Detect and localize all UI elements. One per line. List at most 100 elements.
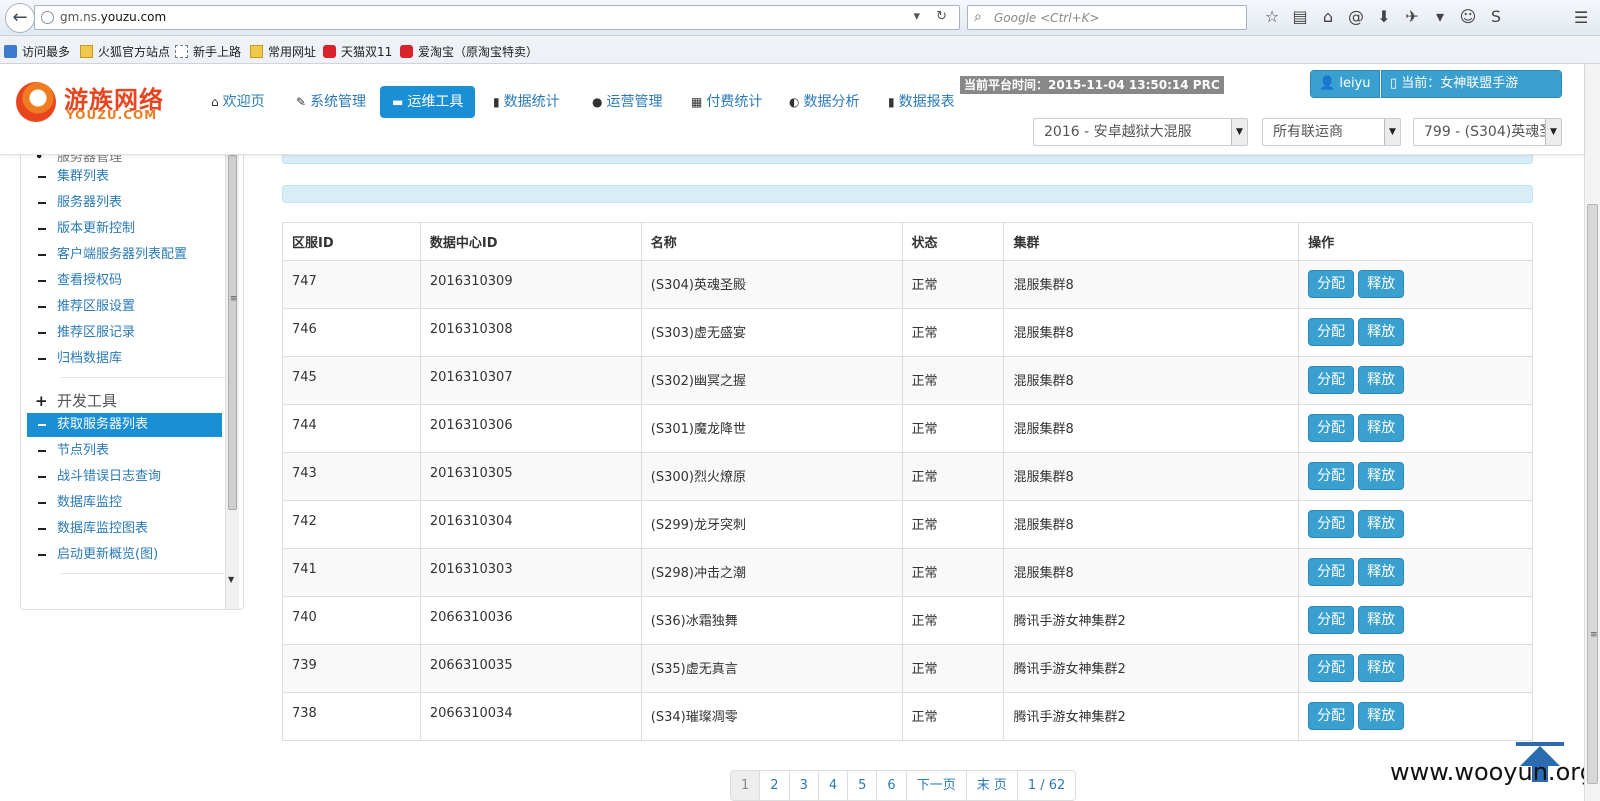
logo[interactable]: 游族网络 YOUZU.COM: [16, 80, 186, 124]
bookmark-item[interactable]: 爱淘宝（原淘宝特卖）: [400, 43, 538, 60]
assign-button[interactable]: 分配: [1308, 558, 1355, 586]
server-select[interactable]: 799 - (S304)英魂圣殿 ▼: [1413, 118, 1562, 146]
sidebar-item-recommend-log[interactable]: 推荐区服记录: [27, 321, 222, 345]
bookmark-item[interactable]: 常用网址: [250, 43, 316, 60]
page-link[interactable]: 2: [759, 770, 790, 801]
chat-icon[interactable]: ☺: [1454, 7, 1482, 26]
user-menu-button[interactable]: 👤 leiyu ▾: [1310, 70, 1380, 117]
assign-button[interactable]: 分配: [1308, 462, 1355, 490]
release-button[interactable]: 释放: [1358, 462, 1405, 490]
release-button[interactable]: 释放: [1358, 318, 1405, 346]
cell-actions: 分配 释放: [1298, 500, 1533, 549]
cell-actions: 分配 释放: [1298, 644, 1533, 693]
addon-icon[interactable]: ✈: [1398, 7, 1426, 26]
page-link[interactable]: 4: [817, 770, 849, 801]
cell-actions: 分配 释放: [1298, 692, 1533, 741]
sidebar-section-dev-tools[interactable]: + 开发工具: [35, 390, 117, 411]
search-icon: ⌕: [974, 9, 982, 25]
sidebar-item-version-control[interactable]: 版本更新控制: [27, 217, 222, 241]
release-button[interactable]: 释放: [1358, 558, 1405, 586]
home-icon[interactable]: ⌂: [1314, 7, 1342, 26]
tmall-icon: [323, 45, 336, 58]
page-link-current[interactable]: 1: [730, 770, 761, 801]
sidebar-item-node-list[interactable]: 节点列表: [27, 439, 222, 463]
assign-button[interactable]: 分配: [1308, 270, 1355, 298]
release-button[interactable]: 释放: [1358, 606, 1405, 634]
sidebar-scroll-thumb[interactable]: ≡: [228, 155, 238, 510]
nav-reports[interactable]: ▮ 数据报表: [882, 86, 961, 118]
cell-server-id: 746: [282, 308, 421, 357]
assign-button[interactable]: 分配: [1308, 606, 1355, 634]
toolbar-icons: ☆ ▤ ⌂ @ ⬇ ✈ ▾ ☺ S: [1258, 7, 1510, 26]
operator-select[interactable]: 所有联运商 ▼: [1262, 118, 1401, 146]
nav-payment[interactable]: ▦ 付费统计: [685, 86, 768, 118]
game-select[interactable]: 2016 - 安卓越狱大混服 ▼: [1033, 118, 1248, 146]
release-button[interactable]: 释放: [1358, 510, 1405, 538]
address-bar[interactable]: gm.ns.youzu.com ▾ ↻: [34, 5, 960, 30]
last-page-link[interactable]: 末 页: [965, 770, 1018, 801]
back-arrow-icon[interactable]: ←: [5, 3, 35, 33]
reload-icon[interactable]: ▾ ↻: [913, 9, 953, 24]
sidebar-item-auth-code[interactable]: 查看授权码: [27, 269, 222, 293]
page-link[interactable]: 6: [876, 770, 907, 801]
sidebar-item-archive-db[interactable]: 归档数据库: [27, 347, 222, 371]
assign-button[interactable]: 分配: [1308, 510, 1355, 538]
minus-icon: [38, 228, 46, 230]
assign-button[interactable]: 分配: [1308, 414, 1355, 442]
sidebar-section-server[interactable]: • 服务器管理: [35, 155, 122, 165]
next-page-link[interactable]: 下一页: [905, 770, 967, 801]
sidebar-item-db-monitor-chart[interactable]: 数据库监控图表: [27, 517, 222, 541]
extension-icon[interactable]: S: [1482, 7, 1510, 26]
assign-button[interactable]: 分配: [1308, 318, 1355, 346]
assign-button[interactable]: 分配: [1308, 366, 1355, 394]
sidebar-item-recommend-setting[interactable]: 推荐区服设置: [27, 295, 222, 319]
release-button[interactable]: 释放: [1358, 366, 1405, 394]
cell-status: 正常: [901, 548, 1005, 597]
bookmark-item[interactable]: 访问最多: [4, 43, 70, 60]
assign-button[interactable]: 分配: [1308, 654, 1355, 682]
nav-analysis[interactable]: ◐ 数据分析: [783, 86, 865, 118]
cell-server-id: 744: [282, 404, 421, 453]
nav-ops-tools[interactable]: ▬ 运维工具: [380, 86, 476, 118]
scroll-down-icon[interactable]: ▼: [228, 575, 234, 584]
table-row: 743 2016310305 (S300)烈火燎原 正常 混服集群8 分配 释放: [282, 452, 1533, 501]
nav-operations[interactable]: ● 运营管理: [586, 86, 668, 118]
sidebar-item-cluster-list[interactable]: 集群列表: [27, 165, 222, 189]
bookmark-star-icon[interactable]: ☆: [1258, 7, 1286, 26]
sidebar-item-battle-log[interactable]: 战斗错误日志查询: [27, 465, 222, 489]
platform-switch-button[interactable]: ▯ 当前：女神联盟手游: [1381, 70, 1562, 98]
cell-name: (S303)虚无盛宴: [640, 308, 903, 357]
dropdown-icon[interactable]: ▾: [1426, 7, 1454, 26]
page-scrollbar[interactable]: ≡: [1584, 64, 1600, 801]
sidebar-item-db-monitor[interactable]: 数据库监控: [27, 491, 222, 515]
bookmark-item[interactable]: 天猫双11: [323, 43, 392, 60]
cell-datacenter-id: 2066310035: [419, 644, 642, 693]
globe-icon: [41, 11, 54, 24]
table-row: 740 2066310036 (S36)冰霜独舞 正常 腾讯手游女神集群2 分配 释放: [282, 596, 1533, 645]
page-link[interactable]: 5: [847, 770, 878, 801]
at-icon[interactable]: @: [1342, 7, 1370, 26]
logo-swirl-icon: [16, 82, 56, 122]
release-button[interactable]: 释放: [1358, 270, 1405, 298]
release-button[interactable]: 释放: [1358, 654, 1405, 682]
sidebar-item-get-server-list[interactable]: 获取服务器列表: [27, 413, 222, 437]
bookmark-item[interactable]: 火狐官方站点: [80, 43, 170, 60]
nav-welcome[interactable]: ⌂ 欢迎页: [205, 86, 271, 118]
search-input[interactable]: ⌕ Google <Ctrl+K>: [967, 5, 1247, 30]
download-icon[interactable]: ⬇: [1370, 7, 1398, 26]
release-button[interactable]: 释放: [1358, 414, 1405, 442]
sidebar-item-update-overview[interactable]: 启动更新概览(图): [27, 543, 222, 567]
bookmark-item[interactable]: 新手上路: [175, 43, 241, 60]
cell-actions: 分配 释放: [1298, 404, 1533, 453]
page-scroll-thumb[interactable]: ≡: [1587, 204, 1598, 784]
page-link[interactable]: 3: [788, 770, 819, 801]
assign-button[interactable]: 分配: [1308, 702, 1355, 730]
nav-data-stats[interactable]: ▮ 数据统计: [487, 86, 566, 118]
sidebar-item-server-list[interactable]: 服务器列表: [27, 191, 222, 215]
release-button[interactable]: 释放: [1358, 702, 1405, 730]
hamburger-menu-icon[interactable]: ☰: [1574, 8, 1592, 27]
reading-list-icon[interactable]: ▤: [1286, 7, 1314, 26]
sidebar-scrollbar[interactable]: ≡ ▼: [225, 155, 239, 609]
nav-system[interactable]: ✎ 系统管理: [290, 86, 372, 118]
sidebar-item-client-config[interactable]: 客户端服务器列表配置: [27, 243, 222, 267]
